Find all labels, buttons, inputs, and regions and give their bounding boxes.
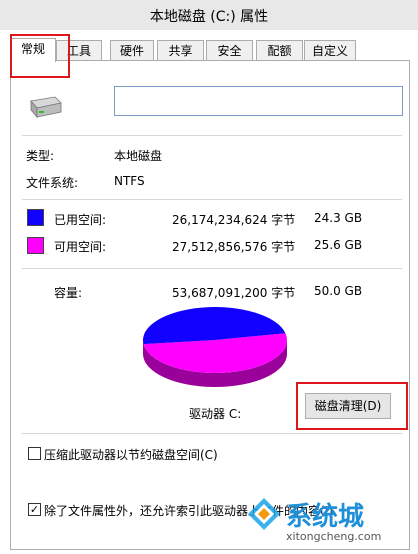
free-space-swatch — [27, 237, 44, 254]
used-space-swatch — [27, 209, 44, 226]
tab-customize[interactable]: 自定义 — [304, 40, 356, 60]
file-system-label: 文件系统: — [26, 176, 79, 190]
disk-usage-pie — [143, 307, 288, 387]
divider — [22, 268, 402, 269]
watermark-logo-icon — [248, 498, 280, 530]
watermark-brand: 系统城 — [286, 502, 365, 532]
tab-tools[interactable]: 工具 — [56, 40, 102, 60]
capacity-bytes: 53,687,091,200 字节 — [172, 286, 296, 300]
used-space-bytes: 26,174,234,624 字节 — [172, 213, 296, 227]
compress-label[interactable]: 压缩此驱动器以节约磁盘空间(C) — [44, 446, 218, 463]
compress-checkbox[interactable] — [28, 447, 41, 460]
used-space-label: 已用空间: — [54, 213, 107, 227]
file-system-value: NTFS — [114, 174, 145, 188]
capacity-label: 容量: — [54, 286, 83, 300]
free-space-bytes: 27,512,856,576 字节 — [172, 240, 296, 254]
free-space-label: 可用空间: — [54, 240, 107, 254]
tab-sharing[interactable]: 共享 — [157, 40, 204, 60]
drive-letter-label: 驱动器 C: — [189, 407, 242, 421]
type-label: 类型: — [26, 149, 55, 163]
watermark: 系统城 xitongcheng.com — [242, 494, 412, 550]
tab-security[interactable]: 安全 — [206, 40, 253, 60]
volume-name-input[interactable] — [114, 86, 403, 116]
window-title: 本地磁盘 (C:) 属性 — [149, 9, 269, 25]
used-space-size: 24.3 GB — [314, 211, 363, 225]
divider — [22, 433, 402, 434]
hard-drive-icon — [30, 96, 62, 119]
tab-strip: 常规 工具 硬件 共享 安全 配额 自定义 — [10, 38, 410, 62]
tab-quota[interactable]: 配额 — [256, 40, 303, 60]
divider — [22, 199, 402, 200]
capacity-size: 50.0 GB — [314, 284, 363, 298]
type-value: 本地磁盘 — [114, 149, 163, 163]
watermark-url: xitongcheng.com — [286, 530, 382, 543]
tab-hardware[interactable]: 硬件 — [110, 40, 154, 60]
divider — [22, 135, 402, 136]
tab-general[interactable]: 常规 — [10, 38, 56, 62]
free-space-size: 25.6 GB — [314, 238, 363, 252]
index-checkbox[interactable]: ✓ — [28, 503, 41, 516]
title-bar: 本地磁盘 (C:) 属性 — [0, 0, 418, 30]
disk-cleanup-button[interactable]: 磁盘清理(D) — [305, 393, 391, 419]
